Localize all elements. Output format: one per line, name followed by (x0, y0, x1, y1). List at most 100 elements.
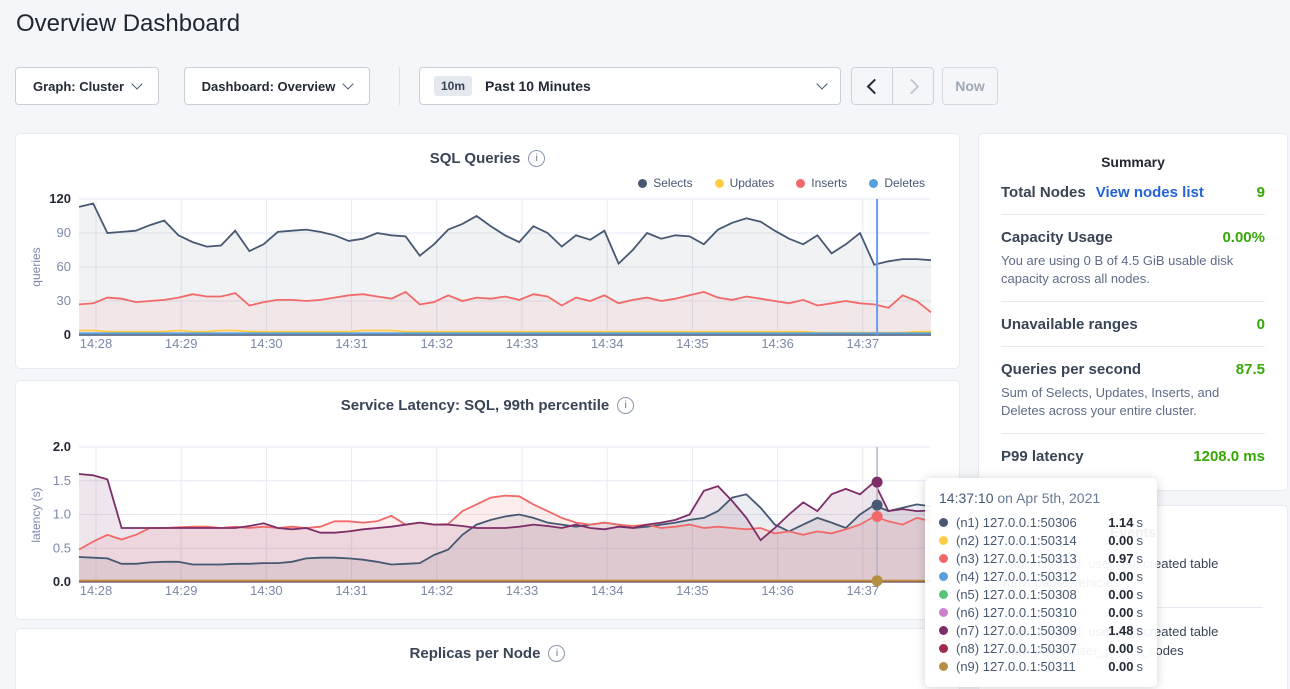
legend-item-updates[interactable]: Updates (715, 176, 775, 190)
sql-queries-chart[interactable]: 14:2814:2914:3014:3114:3214:3314:3414:35… (16, 190, 961, 366)
summary-card: Summary Total Nodes View nodes list 9 Ca… (978, 133, 1288, 491)
capacity-usage-desc: You are using 0 B of 4.5 GiB usable disk… (1001, 252, 1265, 288)
node-address: (n5) 127.0.0.1:50308 (956, 587, 1077, 602)
dashboard-dropdown-label: Dashboard: Overview (202, 79, 336, 94)
tooltip-date: on Apr 5th, 2021 (997, 490, 1100, 506)
node-latency-unit: s (1137, 605, 1144, 620)
svg-text:14:32: 14:32 (421, 336, 454, 351)
view-nodes-list-link[interactable]: View nodes list (1096, 184, 1204, 201)
tooltip-node-row: (n1) 127.0.0.1:503061.14s (939, 513, 1143, 531)
time-range-badge: 10m (434, 76, 472, 96)
qps-label: Queries per second (1001, 361, 1141, 378)
legend-item-selects[interactable]: Selects (638, 176, 692, 190)
summary-row-capacity: Capacity Usage 0.00% You are using 0 B o… (1001, 215, 1265, 301)
qps-desc: Sum of Selects, Updates, Inserts, and De… (1001, 384, 1265, 420)
node-latency-unit: s (1137, 587, 1144, 602)
qps-value: 87.5 (1236, 361, 1265, 378)
node-address: (n9) 127.0.0.1:50311 (956, 659, 1076, 674)
info-icon[interactable] (548, 645, 565, 662)
node-color-dot-icon (939, 572, 948, 581)
chart-hover-tooltip: 14:37:10 on Apr 5th, 2021 (n1) 127.0.0.1… (925, 478, 1157, 687)
capacity-usage-label: Capacity Usage (1001, 229, 1113, 246)
svg-text:latency (s): latency (s) (29, 487, 43, 542)
legend-item-deletes[interactable]: Deletes (869, 176, 925, 190)
dashboard-dropdown[interactable]: Dashboard: Overview (184, 67, 370, 105)
legend-dot-icon (796, 179, 805, 188)
node-color-dot-icon (939, 608, 948, 617)
node-latency-unit: s (1137, 569, 1144, 584)
node-latency-unit: s (1137, 623, 1144, 638)
unavailable-ranges-value: 0 (1257, 316, 1265, 333)
svg-text:14:28: 14:28 (80, 583, 113, 598)
svg-text:queries: queries (29, 247, 43, 286)
info-icon[interactable] (617, 397, 634, 414)
chart-title: Service Latency: SQL, 99th percentile (341, 397, 609, 414)
graph-dropdown-label: Graph: Cluster (33, 79, 124, 94)
svg-text:14:30: 14:30 (250, 583, 283, 598)
svg-text:14:36: 14:36 (761, 336, 794, 351)
legend-item-inserts[interactable]: Inserts (796, 176, 847, 190)
legend-label: Deletes (884, 176, 925, 190)
chevron-down-icon (816, 78, 827, 89)
svg-text:14:31: 14:31 (335, 583, 368, 598)
svg-text:90: 90 (57, 225, 71, 240)
node-address: (n7) 127.0.0.1:50309 (956, 623, 1077, 638)
node-latency-unit: s (1137, 641, 1144, 656)
node-color-dot-icon (939, 518, 948, 527)
tooltip-node-row: (n3) 127.0.0.1:503130.97s (939, 549, 1143, 567)
svg-text:0.0: 0.0 (53, 574, 71, 589)
svg-text:14:29: 14:29 (165, 583, 198, 598)
legend-dot-icon (638, 179, 647, 188)
unavailable-ranges-label: Unavailable ranges (1001, 316, 1138, 333)
tooltip-node-row: (n2) 127.0.0.1:50314 0.00 s (939, 531, 1143, 549)
p99-latency-value: 1208.0 ms (1193, 448, 1265, 465)
node-latency-value: 0.00 (1108, 533, 1133, 548)
node-color-dot-icon (939, 536, 948, 545)
summary-row-unavailable: Unavailable ranges 0 (1001, 302, 1265, 346)
svg-text:1.0: 1.0 (53, 507, 71, 522)
info-icon[interactable] (528, 150, 545, 167)
node-address: (n2) 127.0.0.1:50314 (956, 533, 1077, 548)
time-back-button[interactable] (852, 68, 892, 104)
node-latency-value: 0.97 (1108, 551, 1133, 566)
svg-text:14:35: 14:35 (676, 336, 709, 351)
svg-text:14:34: 14:34 (591, 583, 624, 598)
summary-heading: Summary (979, 154, 1287, 170)
tooltip-timestamp: 14:37:10 on Apr 5th, 2021 (939, 490, 1143, 506)
chevron-right-icon (903, 78, 919, 94)
svg-text:0: 0 (64, 327, 71, 342)
chevron-left-icon (866, 78, 882, 94)
svg-text:14:33: 14:33 (506, 336, 539, 351)
node-latency-unit: s (1137, 533, 1144, 548)
node-address: (n1) 127.0.0.1:50306 (956, 515, 1077, 530)
svg-text:14:28: 14:28 (80, 336, 113, 351)
legend-label: Updates (730, 176, 775, 190)
chevron-down-icon (131, 78, 142, 89)
svg-text:14:36: 14:36 (761, 583, 794, 598)
svg-text:30: 30 (57, 293, 71, 308)
total-nodes-value: 9 (1257, 184, 1265, 201)
summary-row-total-nodes: Total Nodes View nodes list 9 (1001, 170, 1265, 214)
svg-text:1.5: 1.5 (53, 473, 71, 488)
node-latency-unit: s (1137, 659, 1144, 674)
time-range-picker[interactable]: 10m Past 10 Minutes (419, 67, 841, 105)
time-nav-group (851, 67, 934, 105)
node-address: (n6) 127.0.0.1:50310 (956, 605, 1077, 620)
node-color-dot-icon (939, 644, 948, 653)
node-latency-value: 0.00 (1108, 569, 1133, 584)
service-latency-chart[interactable]: 14:2814:2914:3014:3114:3214:3314:3414:35… (16, 437, 961, 617)
chevron-down-icon (343, 78, 354, 89)
replicas-card: Replicas per Node (15, 628, 960, 689)
tooltip-rows: (n1) 127.0.0.1:503061.14s(n2) 127.0.0.1:… (939, 513, 1143, 675)
graph-dropdown[interactable]: Graph: Cluster (15, 67, 159, 105)
svg-text:14:31: 14:31 (335, 336, 368, 351)
legend-dot-icon (869, 179, 878, 188)
node-color-dot-icon (939, 554, 948, 563)
node-color-dot-icon (939, 626, 948, 635)
summary-row-qps: Queries per second 87.5 Sum of Selects, … (1001, 347, 1265, 433)
svg-text:14:35: 14:35 (676, 583, 709, 598)
svg-text:14:30: 14:30 (250, 336, 283, 351)
legend-dot-icon (715, 179, 724, 188)
total-nodes-label: Total Nodes (1001, 184, 1086, 201)
tooltip-node-row: (n9) 127.0.0.1:503110.00s (939, 657, 1143, 675)
